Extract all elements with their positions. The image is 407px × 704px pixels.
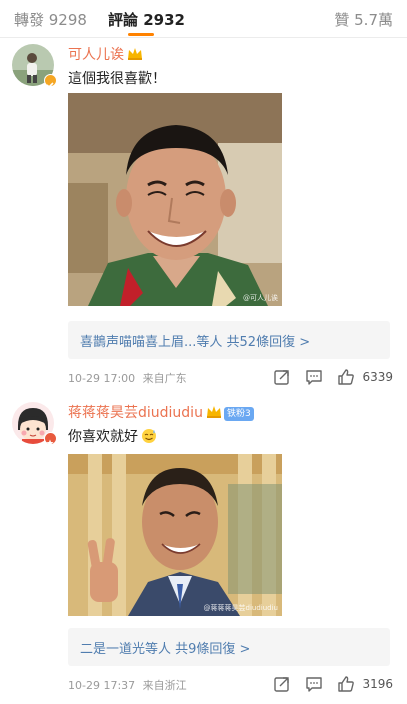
tab-reposts[interactable]: 轉發 9298	[14, 9, 87, 30]
username-text[interactable]: 可人儿诶	[68, 47, 124, 63]
thumbs-up-icon[interactable]	[337, 368, 355, 386]
comment-time: 10-29 17:37	[68, 679, 136, 692]
username-text[interactable]: 蒋蒋蒋昊芸diudiudiu	[68, 405, 203, 421]
sweat-smile-emoji-icon	[142, 429, 156, 443]
comment-image[interactable]: @可人儿诶	[68, 93, 282, 306]
share-icon[interactable]	[273, 675, 291, 693]
comment-location: 来自广东	[142, 372, 187, 385]
username[interactable]: 可人儿诶	[68, 44, 143, 64]
comment-meta: 10-29 17:00 来自广东	[68, 370, 187, 386]
comment-actions: 6339	[273, 368, 393, 388]
comment-item: 蒋蒋蒋昊芸diudiudiu 铁粉3 你喜欢就好 @蒋蒋蒋昊芸diudiudiu…	[0, 392, 407, 704]
replies-link[interactable]: 喜鵲声喵喵喜上眉...等人 共52條回復 >	[80, 331, 310, 350]
comment-actions: 3196	[273, 675, 393, 695]
tab-comments[interactable]: 評論 2932	[108, 9, 185, 30]
comment-text-content: 你喜欢就好	[68, 429, 138, 445]
comment-text: 你喜欢就好	[68, 426, 157, 446]
image-watermark: @可人儿诶	[243, 294, 278, 302]
comment-item: 可人儿诶 這個我很喜歡！ @可人儿诶 喜鵲声喵喵喜上眉...等人 共52條回復 …	[0, 38, 407, 388]
crown-icon	[128, 48, 142, 60]
comment-icon[interactable]	[305, 675, 323, 693]
comment-text: 這個我很喜歡！	[68, 71, 166, 87]
like-count: 6339	[362, 370, 393, 384]
fan-badge: 铁粉3	[223, 407, 254, 421]
replies-preview[interactable]: 二是一道光等人 共9條回復 >	[68, 628, 390, 666]
share-icon[interactable]	[273, 368, 291, 386]
crown-icon	[206, 406, 221, 418]
comment-icon[interactable]	[305, 368, 323, 386]
comment-location: 来自浙江	[142, 679, 187, 692]
comment-tabs: 轉發 9298 評論 2932 贊 5.7萬	[0, 0, 407, 38]
comment-time: 10-29 17:00	[68, 372, 136, 385]
verified-badge-icon	[44, 74, 57, 89]
tab-likes[interactable]: 贊 5.7萬	[334, 9, 393, 30]
active-tab-indicator	[128, 33, 154, 36]
verified-badge-icon	[44, 432, 57, 447]
like-count: 3196	[362, 677, 393, 691]
thumbs-up-icon[interactable]	[337, 675, 355, 693]
comment-image[interactable]: @蒋蒋蒋昊芸diudiudiu	[68, 454, 282, 616]
username[interactable]: 蒋蒋蒋昊芸diudiudiu 铁粉3	[68, 402, 254, 422]
replies-link[interactable]: 二是一道光等人 共9條回復 >	[80, 638, 250, 657]
comment-meta: 10-29 17:37 来自浙江	[68, 677, 187, 693]
image-watermark: @蒋蒋蒋昊芸diudiudiu	[203, 604, 278, 612]
replies-preview[interactable]: 喜鵲声喵喵喜上眉...等人 共52條回復 >	[68, 321, 390, 359]
